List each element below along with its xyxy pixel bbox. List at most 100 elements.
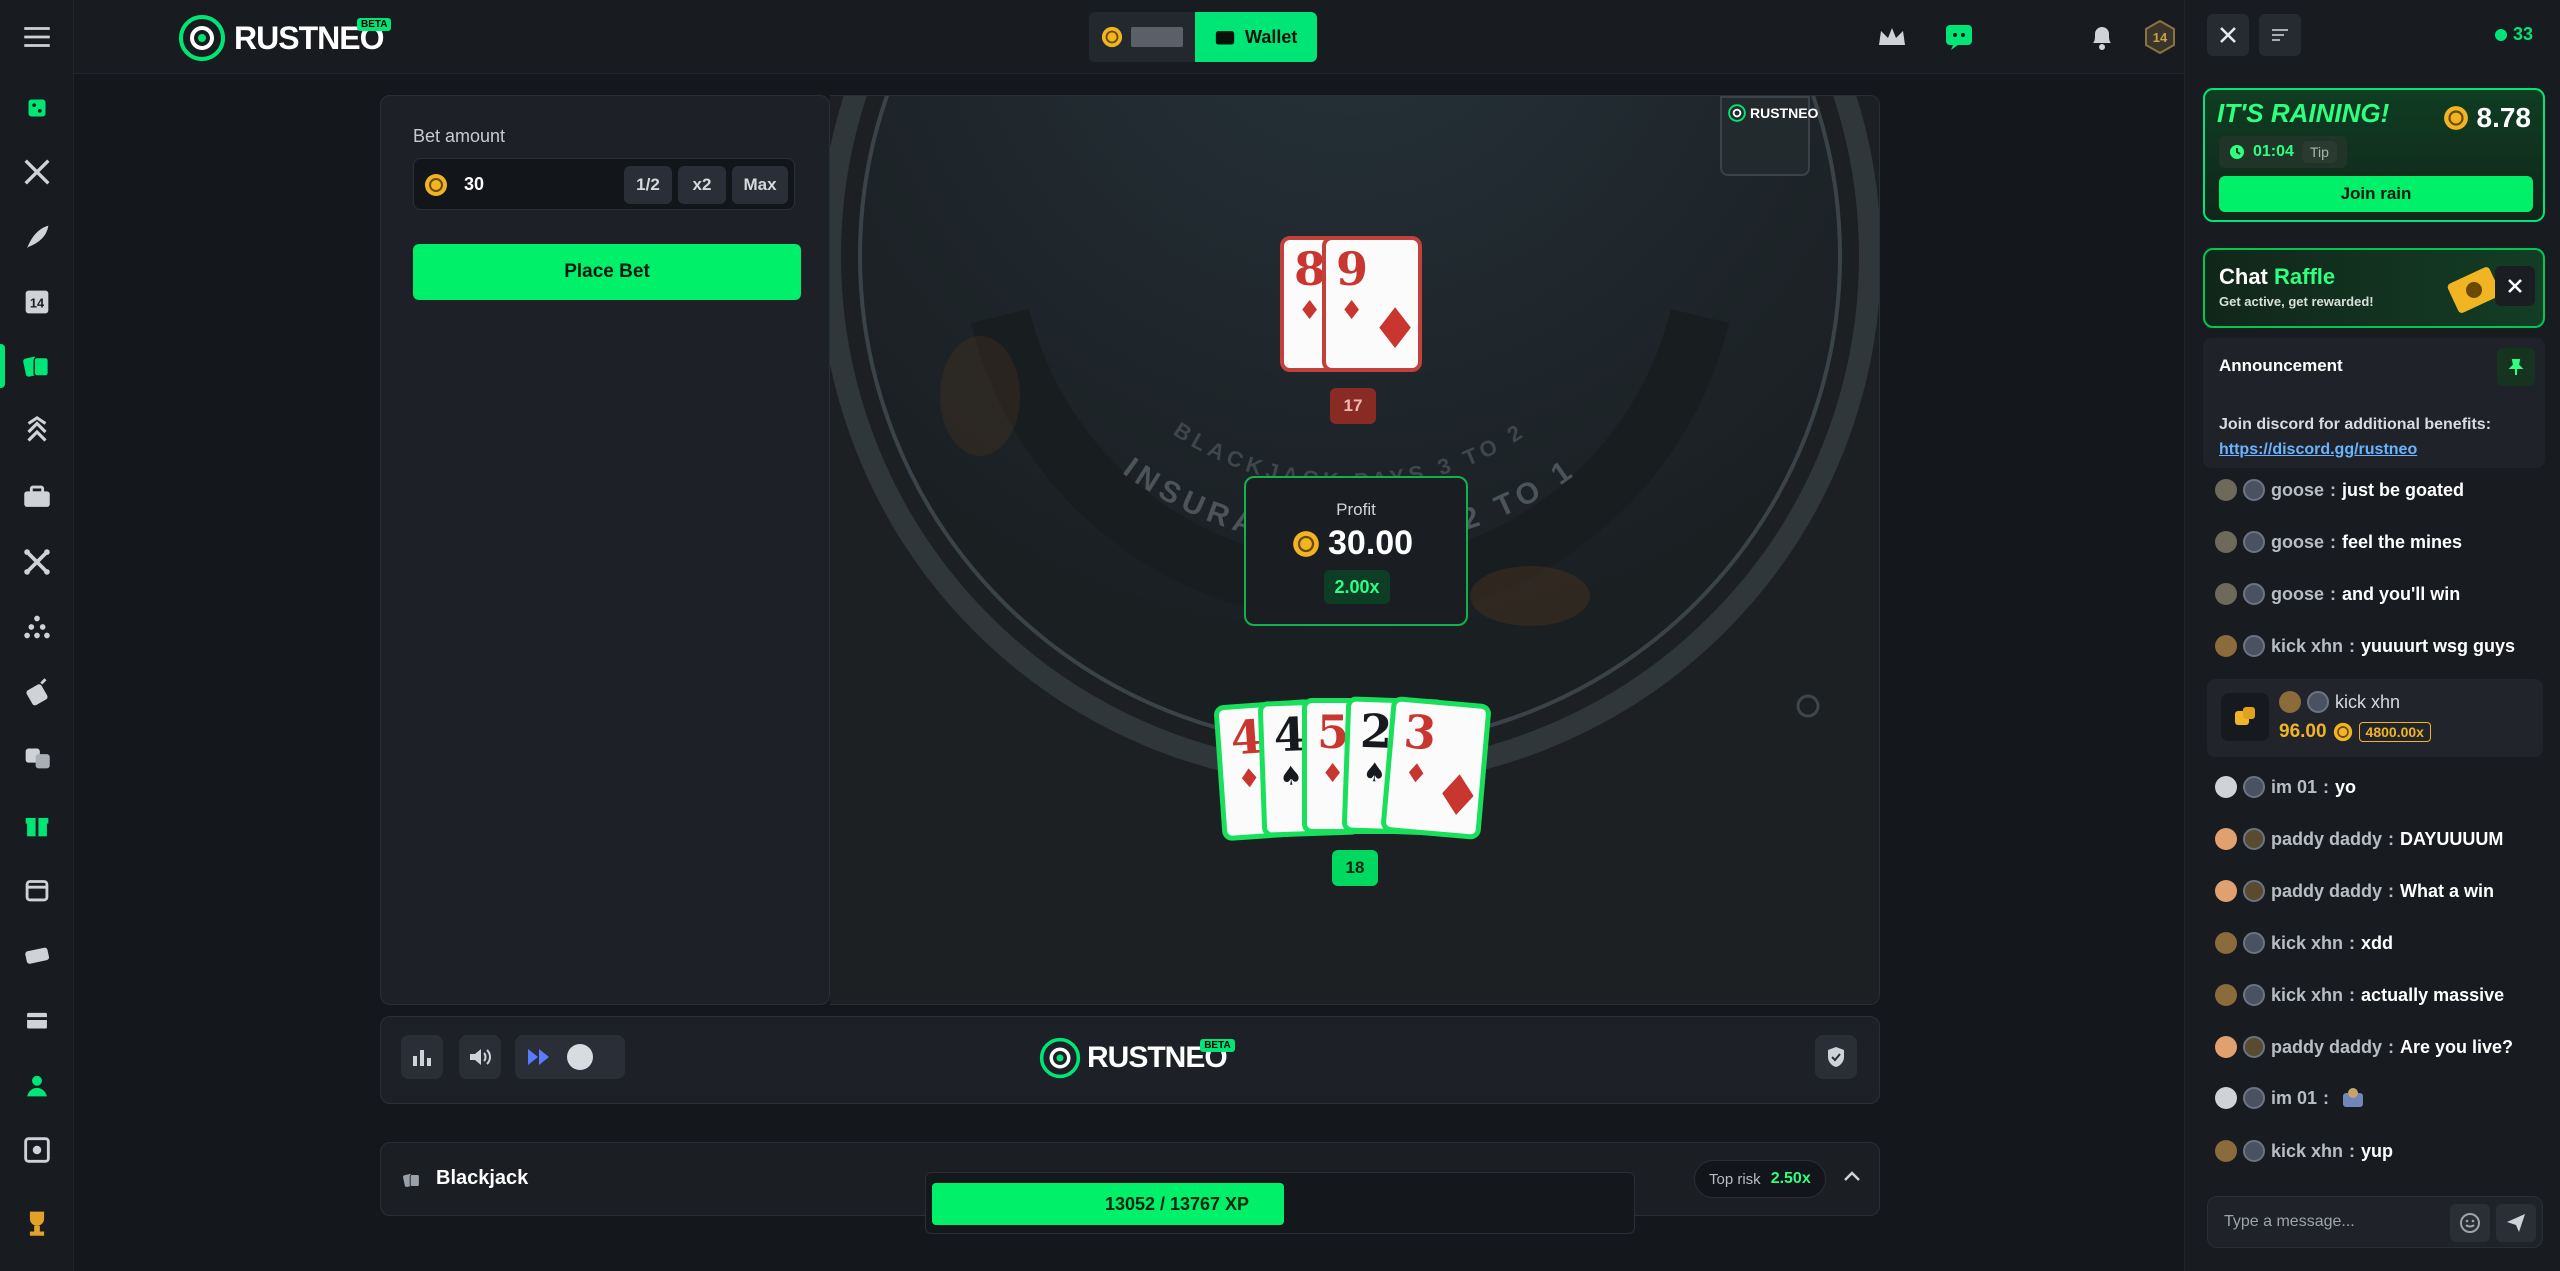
- avatar: [2215, 1087, 2237, 1109]
- avatar: [2215, 1140, 2237, 1162]
- half-bet-button[interactable]: 1/2: [624, 166, 672, 204]
- chat-message: kick xhn: actually massive: [2215, 984, 2504, 1006]
- ticket-icon[interactable]: [17, 935, 57, 975]
- balance-display[interactable]: [1089, 12, 1195, 62]
- message-user[interactable]: kick xhn: [2271, 985, 2343, 1006]
- chat-message: kick xhn: yuuuurt wsg guys: [2215, 635, 2515, 657]
- case-icon[interactable]: [17, 477, 57, 517]
- user-icon[interactable]: [17, 1065, 57, 1105]
- coin-icon: [425, 174, 447, 196]
- close-icon: [2220, 27, 2236, 43]
- level-badge-icon: [2243, 1036, 2265, 1058]
- feather-icon[interactable]: [17, 217, 57, 257]
- emoji-button[interactable]: [2450, 1204, 2490, 1242]
- max-bet-button[interactable]: Max: [732, 166, 788, 204]
- message-user[interactable]: im 01: [2271, 777, 2317, 798]
- wallet-button[interactable]: Wallet: [1195, 12, 1318, 62]
- chat-input[interactable]: Type a message...: [2207, 1196, 2543, 1248]
- xp-progress-bar: 13052 / 13767 XP: [925, 1172, 1635, 1234]
- profit-amount: 30.00: [1328, 524, 1414, 562]
- swords-icon[interactable]: [17, 152, 57, 192]
- win-user[interactable]: kick xhn: [2335, 692, 2400, 713]
- fast-mode-toggle[interactable]: [515, 1035, 625, 1079]
- gift-icon[interactable]: [17, 805, 57, 845]
- bell-icon[interactable]: [2085, 20, 2119, 54]
- blackjack-icon[interactable]: [17, 346, 57, 386]
- avatar: [2215, 880, 2237, 902]
- message-user[interactable]: kick xhn: [2271, 636, 2343, 657]
- message-user[interactable]: paddy daddy: [2271, 829, 2382, 850]
- message-user[interactable]: kick xhn: [2271, 933, 2343, 954]
- chevrons-up-icon[interactable]: [17, 412, 57, 452]
- dice-pair-icon[interactable]: [17, 737, 57, 777]
- logo-icon: [179, 15, 225, 61]
- clock-icon: [2230, 145, 2244, 159]
- logo-icon: [1039, 1037, 1081, 1079]
- message-user[interactable]: goose: [2271, 532, 2324, 553]
- trophy-icon[interactable]: [17, 1203, 57, 1243]
- message-text: xdd: [2361, 932, 2394, 953]
- coin-icon: [1293, 530, 1319, 557]
- announcement-body: Join discord for additional benefits: ht…: [2219, 412, 2491, 462]
- message-user[interactable]: paddy daddy: [2271, 881, 2382, 902]
- fairness-button[interactable]: [1815, 1035, 1857, 1079]
- coin-icon: [2443, 106, 2468, 130]
- bet-amount-value[interactable]: 30: [464, 174, 484, 195]
- calendar-14-icon[interactable]: 14: [17, 282, 57, 322]
- avatar: [2215, 635, 2237, 657]
- top-risk-badge: Top risk 2.50x: [1694, 1160, 1826, 1198]
- message-user[interactable]: goose: [2271, 480, 2324, 501]
- double-bet-button[interactable]: x2: [678, 166, 726, 204]
- card-suit: ♦: [1298, 296, 1322, 326]
- crown-icon[interactable]: [1875, 20, 1909, 54]
- menu-icon[interactable]: [17, 17, 57, 57]
- store-icon[interactable]: [17, 1000, 57, 1040]
- bones-icon[interactable]: [17, 542, 57, 582]
- message-text: just be goated: [2342, 479, 2465, 500]
- calendar-icon[interactable]: [17, 870, 57, 910]
- safe-icon[interactable]: [17, 1130, 57, 1170]
- profit-label: Profit: [1336, 500, 1376, 519]
- close-chat-button[interactable]: [2207, 14, 2249, 56]
- chat-message: paddy daddy: DAYUUUUM: [2215, 828, 2503, 850]
- message-user[interactable]: kick xhn: [2271, 1141, 2343, 1162]
- chevron-up-icon[interactable]: [1843, 1169, 1861, 1183]
- wallet-label: Wallet: [1245, 26, 1298, 47]
- profit-value: 30.00: [1292, 524, 1413, 563]
- stats-button[interactable]: [401, 1035, 443, 1079]
- close-raffle-button[interactable]: [2495, 266, 2535, 306]
- send-button[interactable]: [2496, 1204, 2536, 1242]
- blackjack-table: INSURANCE PAYS 2 TO 1 BLACKJACK PAYS 3 T…: [830, 95, 1880, 1005]
- message-text: feel the mines: [2342, 531, 2463, 552]
- profit-multiplier: 2.00x: [1324, 570, 1390, 604]
- plinko-icon[interactable]: [17, 607, 57, 647]
- discord-chat-icon[interactable]: [1942, 20, 1976, 54]
- rain-time: 01:04: [2253, 143, 2294, 160]
- dice-icon[interactable]: [17, 88, 57, 128]
- online-number: 33: [2513, 24, 2534, 44]
- card-suit: ♦: [1340, 296, 1364, 326]
- dynamite-icon[interactable]: [17, 672, 57, 712]
- level-badge-icon: [2243, 583, 2265, 605]
- chat-message: paddy daddy: Are you live?: [2215, 1036, 2513, 1058]
- chat-rules-button[interactable]: [2259, 14, 2301, 56]
- message-text: and you'll win: [2342, 583, 2461, 604]
- brand-logo[interactable]: RUSTNEO BETA: [178, 14, 392, 62]
- pin-button[interactable]: [2497, 348, 2535, 386]
- message-user[interactable]: goose: [2271, 584, 2324, 605]
- win-amount: 96.00: [2279, 721, 2327, 742]
- rain-title: IT'S RAINING!: [2217, 98, 2390, 128]
- chat-message: im 01:: [2215, 1087, 2365, 1109]
- place-bet-button[interactable]: Place Bet: [413, 244, 801, 300]
- level-badge[interactable]: 14: [2142, 19, 2178, 55]
- message-user[interactable]: paddy daddy: [2271, 1037, 2382, 1058]
- sound-button[interactable]: [459, 1035, 501, 1079]
- join-rain-button[interactable]: Join rain: [2219, 176, 2533, 212]
- card-rank: 3: [1401, 704, 1439, 761]
- card-shoe: RUSTNEO: [1720, 96, 1818, 176]
- rain-tip-button[interactable]: Tip: [2301, 141, 2337, 163]
- volume-icon: [470, 1049, 491, 1065]
- message-user[interactable]: im 01: [2271, 1088, 2317, 1109]
- bet-amount-input[interactable]: 30 1/2 x2 Max: [413, 158, 795, 210]
- discord-link[interactable]: https://discord.gg/rustneo: [2219, 437, 2491, 462]
